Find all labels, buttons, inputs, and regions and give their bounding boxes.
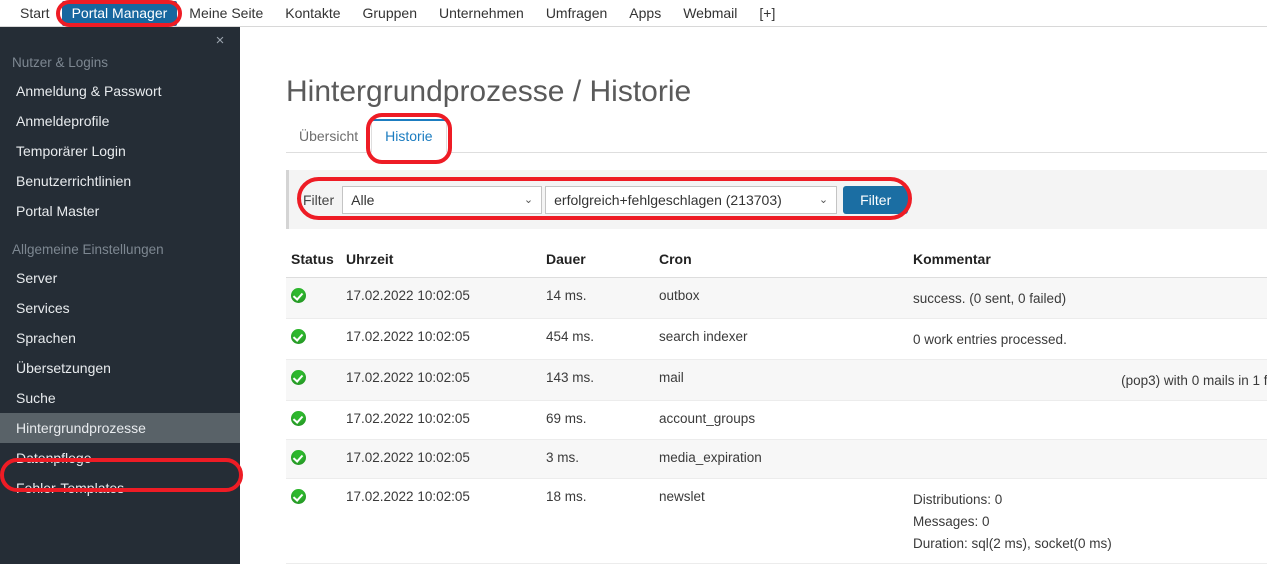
check-circle-icon	[291, 450, 306, 465]
table-row[interactable]: 17.02.2022 10:02:05 3 ms. media_expiration	[286, 440, 1267, 479]
cron-cell: media_expiration	[659, 450, 762, 465]
duration-cell: 69 ms.	[546, 411, 587, 426]
sidebar-item-temporärer-login[interactable]: Temporärer Login	[0, 136, 240, 166]
column-header-cron: Cron	[659, 250, 692, 267]
time-cell: 17.02.2022 10:02:05	[346, 450, 470, 465]
comment-line: Distributions: 0	[913, 492, 1003, 507]
nav-item-portal-manager[interactable]: Portal Manager	[61, 0, 178, 26]
sidebar-item-sprachen[interactable]: Sprachen	[0, 323, 240, 353]
time-cell: 17.02.2022 10:02:05	[346, 329, 470, 344]
comment-cell: Distributions: 0 Messages: 0 Duration: sql…	[913, 489, 1267, 555]
check-circle-icon	[291, 288, 306, 303]
status-cell	[286, 370, 346, 388]
nav-item-[interactable]: [+]	[749, 1, 785, 26]
sidebar-item-server[interactable]: Server	[0, 263, 240, 293]
nav-item-apps[interactable]: Apps	[619, 1, 671, 26]
main-content: Hintergrundprozesse / Historie Übersicht…	[240, 27, 1267, 564]
status-cell	[286, 411, 346, 429]
status-cell	[286, 489, 346, 507]
comment-line: 0 work entries processed.	[913, 332, 1067, 347]
time-cell: 17.02.2022 10:02:05	[346, 288, 470, 303]
sidebar-item-portal-master[interactable]: Portal Master	[0, 196, 240, 226]
filter-status-value: erfolgreich+fehlgeschlagen (213703)	[554, 191, 782, 208]
time-cell: 17.02.2022 10:02:05	[346, 370, 470, 385]
sidebar-item-datenpflege[interactable]: Datenpflege	[0, 443, 240, 473]
sidebar-item-übersetzungen[interactable]: Übersetzungen	[0, 353, 240, 383]
table-row[interactable]: 17.02.2022 10:02:05 454 ms. search indexer…	[286, 319, 1267, 360]
duration-cell: 3 ms.	[546, 450, 580, 465]
duration-cell: 18 ms.	[546, 489, 587, 504]
table-header-row: Status Uhrzeit Dauer Cron Kommentar	[286, 240, 1267, 278]
sidebar-item-anmeldung-passwort[interactable]: Anmeldung & Passwort	[0, 76, 240, 106]
comment-line: Duration: sql(2 ms), socket(0 ms)	[913, 536, 1112, 551]
top-navigation-bar: Start Portal Manager Meine Seite Kontakte Gr…	[0, 0, 1267, 27]
cron-cell: search indexer	[659, 329, 748, 344]
page-title: Hintergrundprozesse / Historie	[286, 75, 692, 109]
nav-item-start[interactable]: Start	[10, 1, 60, 26]
tab-bar: Übersicht Historie	[286, 119, 1267, 153]
history-table: Status Uhrzeit Dauer Cron Kommentar 17.02.20…	[286, 240, 1267, 564]
check-circle-icon	[291, 329, 306, 344]
sidebar-item-anmeldeprofile[interactable]: Anmeldeprofile	[0, 106, 240, 136]
filter-scope-select[interactable]: Alle ⌄	[342, 185, 543, 214]
duration-cell: 143 ms.	[546, 370, 595, 385]
nav-item-gruppen[interactable]: Gruppen	[353, 1, 427, 26]
table-row[interactable]: 17.02.2022 10:02:05 18 ms. newslet Distribu…	[286, 479, 1267, 564]
sidebar-item-fehler-templates[interactable]: Fehler-Templates	[0, 473, 240, 503]
comment-cell: (pop3) with 0 mails in 1 folders.	[913, 370, 1267, 392]
sidebar: × Nutzer & Logins Anmeldung & Passwort Anm…	[0, 27, 240, 564]
status-cell	[286, 288, 346, 306]
cron-cell: newslet	[659, 489, 705, 504]
check-circle-icon	[291, 489, 306, 504]
sidebar-menu: Nutzer & Logins Anmeldung & Passwort Anmel…	[0, 49, 240, 503]
comment-line: (pop3) with 0 mails in 1 folders.	[1121, 373, 1267, 388]
sidebar-item-services[interactable]: Services	[0, 293, 240, 323]
tab-übersicht[interactable]: Übersicht	[286, 121, 371, 152]
nav-item-unternehmen[interactable]: Unternehmen	[429, 1, 534, 26]
nav-item-umfragen[interactable]: Umfragen	[536, 1, 617, 26]
table-body: 17.02.2022 10:02:05 14 ms. outbox success. …	[286, 278, 1267, 564]
cron-cell: outbox	[659, 288, 700, 303]
time-cell: 17.02.2022 10:02:05	[346, 411, 470, 426]
time-cell: 17.02.2022 10:02:05	[346, 489, 470, 504]
cron-cell: mail	[659, 370, 684, 385]
nav-item-kontakte[interactable]: Kontakte	[275, 1, 350, 26]
sidebar-item-benutzerrichtlinien[interactable]: Benutzerrichtlinien	[0, 166, 240, 196]
close-icon[interactable]: ×	[212, 33, 228, 49]
comment-line: success. (0 sent, 0 failed)	[913, 291, 1067, 306]
filter-label: Filter	[303, 191, 335, 208]
check-circle-icon	[291, 370, 306, 385]
filter-button[interactable]: Filter	[843, 185, 909, 214]
nav-item-webmail[interactable]: Webmail	[673, 1, 747, 26]
filter-bar: Filter Alle ⌄ erfolgreich+fehlgeschlagen…	[286, 170, 1267, 229]
column-header-uhrzeit: Uhrzeit	[346, 250, 394, 267]
sidebar-group-title: Nutzer & Logins	[12, 55, 109, 70]
table-row[interactable]: 17.02.2022 10:02:05 69 ms. account_groups	[286, 401, 1267, 440]
column-header-status: Status	[291, 250, 334, 267]
sidebar-group-title: Allgemeine Einstellungen	[12, 242, 164, 257]
chevron-down-icon: ⌄	[523, 194, 534, 206]
cron-cell: account_groups	[659, 411, 756, 426]
check-circle-icon	[291, 411, 306, 426]
tab-historie[interactable]: Historie	[371, 119, 447, 153]
duration-cell: 14 ms.	[546, 288, 587, 303]
duration-cell: 454 ms.	[546, 329, 595, 344]
status-cell	[286, 450, 346, 468]
sidebar-item-suche[interactable]: Suche	[0, 383, 240, 413]
comment-cell: success. (0 sent, 0 failed)	[913, 288, 1267, 310]
table-row[interactable]: 17.02.2022 10:02:05 143 ms. mail (pop3) wit…	[286, 360, 1267, 401]
sidebar-item-hintergrundprozesse[interactable]: Hintergrundprozesse	[0, 413, 240, 443]
comment-cell: 0 work entries processed.	[913, 329, 1267, 351]
column-header-kommentar: Kommentar	[913, 250, 991, 267]
status-cell	[286, 329, 346, 347]
nav-item-meine-seite[interactable]: Meine Seite	[179, 1, 273, 26]
filter-status-select[interactable]: erfolgreich+fehlgeschlagen (213703) ⌄	[545, 185, 838, 214]
chevron-down-icon: ⌄	[818, 194, 829, 206]
filter-scope-value: Alle	[351, 191, 375, 208]
table-row[interactable]: 17.02.2022 10:02:05 14 ms. outbox success. …	[286, 278, 1267, 319]
column-header-dauer: Dauer	[546, 250, 586, 267]
comment-line: Messages: 0	[913, 514, 990, 529]
